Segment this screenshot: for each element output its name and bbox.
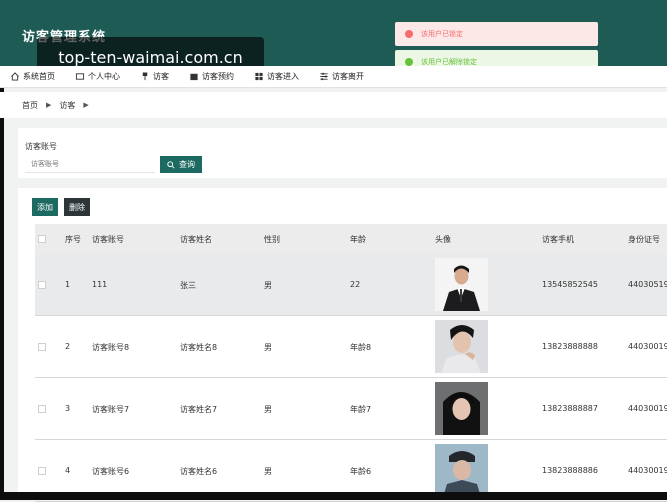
cell-name: 访客姓名7 bbox=[180, 405, 218, 414]
cell-phone: 13545852545 bbox=[542, 280, 598, 289]
cell-account: 111 bbox=[92, 280, 108, 289]
sliders-icon bbox=[320, 72, 328, 81]
avatar bbox=[435, 258, 488, 311]
select-all-checkbox[interactable] bbox=[38, 235, 46, 243]
nav-item-reservation[interactable]: 访客预约 bbox=[189, 71, 234, 82]
bottom-bar bbox=[0, 492, 667, 500]
cell-age: 22 bbox=[350, 280, 361, 289]
home-icon bbox=[11, 72, 19, 81]
delete-button[interactable]: 删除 bbox=[64, 198, 90, 216]
cell-gender: 男 bbox=[264, 467, 272, 476]
cell-phone: 13823888886 bbox=[542, 466, 598, 475]
success-icon bbox=[405, 58, 413, 66]
cell-account: 访客账号6 bbox=[92, 467, 130, 476]
cell-name: 张三 bbox=[180, 281, 196, 290]
chevron-right-icon: ▶ bbox=[83, 101, 89, 109]
header-phone: 访客手机 bbox=[542, 235, 574, 244]
cell-phone: 13823888887 bbox=[542, 404, 598, 413]
row-checkbox[interactable] bbox=[38, 343, 46, 351]
pin-icon bbox=[142, 72, 148, 81]
cell-gender: 男 bbox=[264, 281, 272, 290]
avatar bbox=[435, 320, 488, 373]
table-panel: 添加 删除 序号 访客账号 访客姓名 性别 年龄 头像 访客手机 身份证号 1 … bbox=[18, 188, 667, 502]
nav-label: 访客 bbox=[153, 72, 169, 81]
cell-age: 年龄6 bbox=[350, 467, 372, 476]
cell-no: 1 bbox=[65, 280, 71, 289]
chevron-right-icon: ▶ bbox=[46, 101, 52, 109]
search-button[interactable]: 查询 bbox=[160, 156, 202, 173]
row-checkbox[interactable] bbox=[38, 405, 46, 413]
user-card-icon bbox=[75, 73, 85, 80]
search-label: 访客账号 bbox=[25, 142, 57, 151]
nav-label: 访客预约 bbox=[202, 72, 234, 81]
header-idcard: 身份证号 bbox=[628, 235, 660, 244]
breadcrumb-current: 访客 bbox=[59, 100, 76, 110]
table-row[interactable]: 1 111 张三 男 22 13545852545 440305199 bbox=[35, 254, 667, 316]
search-input[interactable] bbox=[25, 155, 155, 173]
cell-idcard: 440300199 bbox=[628, 342, 667, 351]
header-name: 访客姓名 bbox=[180, 235, 212, 244]
main-nav: 系统首页 个人中心 访客 访客预约 访客进入 访客离开 bbox=[0, 66, 667, 88]
cell-age: 年龄8 bbox=[350, 343, 372, 352]
avatar bbox=[435, 444, 488, 497]
nav-label: 访客进入 bbox=[267, 72, 299, 81]
row-checkbox[interactable] bbox=[38, 467, 46, 475]
add-button[interactable]: 添加 bbox=[32, 198, 58, 216]
table-row[interactable]: 2 访客账号8 访客姓名8 男 年龄8 13823888888 44030019… bbox=[35, 316, 667, 378]
table-header: 序号 访客账号 访客姓名 性别 年龄 头像 访客手机 身份证号 bbox=[35, 224, 667, 254]
breadcrumb: 首页 ▶ 访客 ▶ bbox=[0, 92, 667, 118]
cell-gender: 男 bbox=[264, 343, 272, 352]
nav-label: 系统首页 bbox=[23, 72, 55, 81]
calendar-icon bbox=[190, 73, 198, 81]
cell-no: 2 bbox=[65, 342, 71, 351]
cell-idcard: 440300199 bbox=[628, 466, 667, 475]
header-gender: 性别 bbox=[264, 235, 280, 244]
cell-name: 访客姓名6 bbox=[180, 467, 218, 476]
search-button-label: 查询 bbox=[179, 160, 195, 169]
row-checkbox[interactable] bbox=[38, 281, 46, 289]
header-age: 年龄 bbox=[350, 235, 366, 244]
grid-icon bbox=[255, 72, 263, 81]
nav-item-enter[interactable]: 访客进入 bbox=[254, 71, 299, 82]
cell-idcard: 440305199 bbox=[628, 280, 667, 289]
nav-item-home[interactable]: 系统首页 bbox=[10, 71, 55, 82]
cell-account: 访客账号7 bbox=[92, 405, 130, 414]
nav-label: 访客离开 bbox=[332, 72, 364, 81]
cell-name: 访客姓名8 bbox=[180, 343, 218, 352]
cell-account: 访客账号8 bbox=[92, 343, 130, 352]
cell-gender: 男 bbox=[264, 405, 272, 414]
breadcrumb-home[interactable]: 首页 bbox=[22, 100, 38, 111]
nav-item-leave[interactable]: 访客离开 bbox=[319, 71, 364, 82]
nav-item-profile[interactable]: 个人中心 bbox=[75, 71, 120, 82]
search-panel: 访客账号 查询 bbox=[18, 128, 667, 178]
nav-label: 个人中心 bbox=[88, 72, 120, 81]
header-account: 访客账号 bbox=[92, 235, 124, 244]
error-icon bbox=[405, 30, 413, 38]
error-toast: 该用户已锁定 bbox=[395, 22, 598, 46]
error-toast-text: 该用户已锁定 bbox=[421, 30, 463, 38]
header-avatar: 头像 bbox=[435, 235, 451, 244]
nav-item-visitor[interactable]: 访客 bbox=[140, 71, 169, 82]
avatar bbox=[435, 382, 488, 435]
cell-age: 年龄7 bbox=[350, 405, 372, 414]
cell-phone: 13823888888 bbox=[542, 342, 598, 351]
header-no: 序号 bbox=[65, 235, 81, 244]
search-icon bbox=[167, 160, 175, 169]
cell-no: 4 bbox=[65, 466, 71, 475]
cell-no: 3 bbox=[65, 404, 71, 413]
cell-idcard: 440300199 bbox=[628, 404, 667, 413]
table-row[interactable]: 3 访客账号7 访客姓名7 男 年龄7 13823888887 44030019… bbox=[35, 378, 667, 440]
